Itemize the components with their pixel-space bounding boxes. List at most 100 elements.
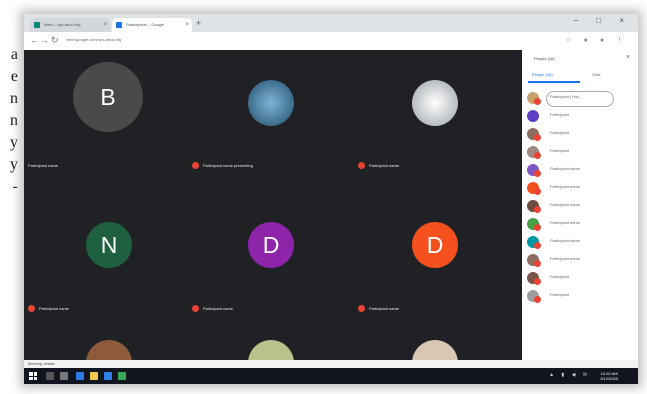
active-tab-indicator — [528, 81, 580, 83]
participant-name: Participant — [550, 274, 569, 279]
mic-muted-icon — [534, 296, 541, 303]
store-icon[interactable] — [104, 372, 112, 380]
video-grid: B Participant name Participant name pres… — [24, 50, 522, 384]
chrome-icon[interactable] — [118, 372, 126, 380]
participant-name: Participant name — [28, 305, 69, 313]
left-text-line: y — [10, 134, 18, 151]
tab-title: Meet – xyn-abcd-efg — [44, 22, 81, 27]
tile-name-text: Participant name presenting — [203, 163, 253, 168]
participant-list-item[interactable]: Participant name — [522, 216, 638, 233]
participant-name: Participant name presenting — [192, 162, 253, 170]
participant-list-item[interactable]: Participant name — [522, 162, 638, 179]
participant-name: Participant (You) — [550, 94, 580, 99]
participant-avatar: D — [248, 222, 294, 268]
mic-muted-icon — [534, 260, 541, 267]
tile-name-text: Participant name — [369, 306, 400, 311]
mic-muted-icon — [534, 98, 541, 105]
window-controls[interactable]: – □ × — [574, 16, 632, 25]
url-field[interactable]: meet.google.com/xyn-abcd-efg — [66, 37, 121, 42]
participant-name: Participant name — [550, 220, 581, 225]
avatar-initial: D — [426, 232, 444, 258]
screenshot-frame: Meet – xyn-abcd-efg × Participants – Goo… — [24, 14, 638, 384]
participant-name: Participant — [550, 112, 569, 117]
participant-name: Participant name — [550, 184, 581, 189]
participant-list-item[interactable]: Participant name — [522, 180, 638, 197]
extension-icons[interactable]: ☆ ● ● ⋮ — [565, 36, 628, 44]
participant-photo — [412, 80, 458, 126]
windows-start-icon[interactable] — [29, 372, 37, 380]
file-explorer-icon[interactable] — [90, 372, 98, 380]
participant-name: Participant name — [550, 238, 581, 243]
mic-muted-icon — [28, 305, 35, 313]
mic-muted-icon — [534, 188, 541, 195]
participant-avatar: N — [86, 222, 132, 268]
clock-date: 3/12/2020 — [600, 376, 618, 381]
mic-muted-icon — [534, 224, 541, 231]
browser-tab-1[interactable]: Meet – xyn-abcd-efg × — [30, 18, 110, 32]
avatar-initial: D — [262, 232, 280, 258]
browser-tab-strip: Meet – xyn-abcd-efg × Participants – Goo… — [24, 14, 638, 32]
participant-name: Participant name — [550, 202, 581, 207]
left-text-line: e — [10, 68, 18, 85]
left-text-line: a — [10, 46, 18, 63]
system-tray-icons[interactable]: ▲ ▮ ◀ ✉ — [549, 372, 590, 378]
mic-muted-icon — [358, 162, 365, 170]
participant-name: Participant name — [550, 166, 581, 171]
tab-people[interactable]: People (16) — [532, 72, 553, 77]
mic-muted-icon — [534, 152, 541, 159]
participant-avatar: B — [85, 74, 131, 120]
browser-tab-2[interactable]: Participants – Google × — [112, 18, 192, 32]
participant-name: Participant — [550, 292, 569, 297]
participant-name: Participant — [550, 148, 569, 153]
page-favicon-icon — [116, 22, 122, 28]
participant-avatar: D — [412, 222, 458, 268]
participant-name: Participant — [550, 130, 569, 135]
participant-list-item[interactable]: Participant — [522, 126, 638, 143]
search-icon[interactable] — [46, 372, 54, 380]
windows-taskbar: ▲ ▮ ◀ ✉ 10:20 AM 3/12/2020 — [24, 368, 638, 384]
participant-name: Participant name — [550, 256, 581, 261]
participant-list-item[interactable]: Participant name — [522, 234, 638, 251]
close-tab-icon[interactable]: × — [185, 18, 189, 32]
task-view-icon[interactable] — [60, 372, 68, 380]
taskbar-clock[interactable]: 10:20 AM 3/12/2020 — [600, 371, 618, 381]
tile-name-text: Participant name — [203, 306, 234, 311]
participant-list-item[interactable]: Participant — [522, 270, 638, 287]
mic-muted-icon — [534, 206, 541, 213]
edge-icon[interactable] — [76, 372, 84, 380]
left-text-line: - — [12, 178, 18, 195]
participant-list-item[interactable]: Participant — [522, 108, 638, 125]
participant-list-item[interactable]: Participant name — [522, 198, 638, 215]
left-text-line: n — [10, 112, 18, 129]
participant-name: Participant name — [28, 162, 58, 170]
avatar — [527, 110, 539, 122]
participant-list-item[interactable]: Participant — [522, 288, 638, 305]
panel-title: People (16) — [534, 56, 555, 61]
back-arrow-icon[interactable]: ← — [30, 35, 39, 45]
tile-name-text: Participant name — [369, 163, 400, 168]
close-tab-icon[interactable]: × — [103, 18, 107, 32]
left-article-text: a e n n y y - — [0, 44, 18, 198]
meeting-details-label[interactable]: Meeting details — [28, 361, 55, 366]
participant-list-item[interactable]: Participant — [522, 144, 638, 161]
meet-favicon-icon — [34, 22, 40, 28]
mic-muted-icon — [534, 242, 541, 249]
mic-muted-icon — [534, 134, 541, 141]
left-text-line: n — [10, 90, 18, 107]
avatar-initial: B — [100, 84, 116, 110]
tile-name-text: Participant name — [39, 306, 70, 311]
tab-chat[interactable]: Chat — [592, 72, 600, 77]
forward-arrow-icon[interactable]: → — [40, 35, 49, 45]
address-bar: ← → ↻ meet.google.com/xyn-abcd-efg ☆ ● ●… — [24, 32, 638, 51]
mic-muted-icon — [358, 305, 365, 313]
participant-list-item[interactable]: Participant name — [522, 252, 638, 269]
participant-photo — [248, 80, 294, 126]
new-tab-button[interactable]: + — [196, 18, 201, 28]
mic-muted-icon — [534, 278, 541, 285]
people-panel: People (16) × People (16) Chat Participa… — [522, 50, 638, 360]
reload-icon[interactable]: ↻ — [51, 35, 59, 46]
tab-title: Participants – Google — [126, 22, 165, 27]
participant-list-item[interactable]: Participant (You) — [522, 90, 638, 107]
meeting-bottom-bar[interactable]: Meeting details — [24, 360, 638, 368]
close-panel-icon[interactable]: × — [626, 54, 630, 61]
